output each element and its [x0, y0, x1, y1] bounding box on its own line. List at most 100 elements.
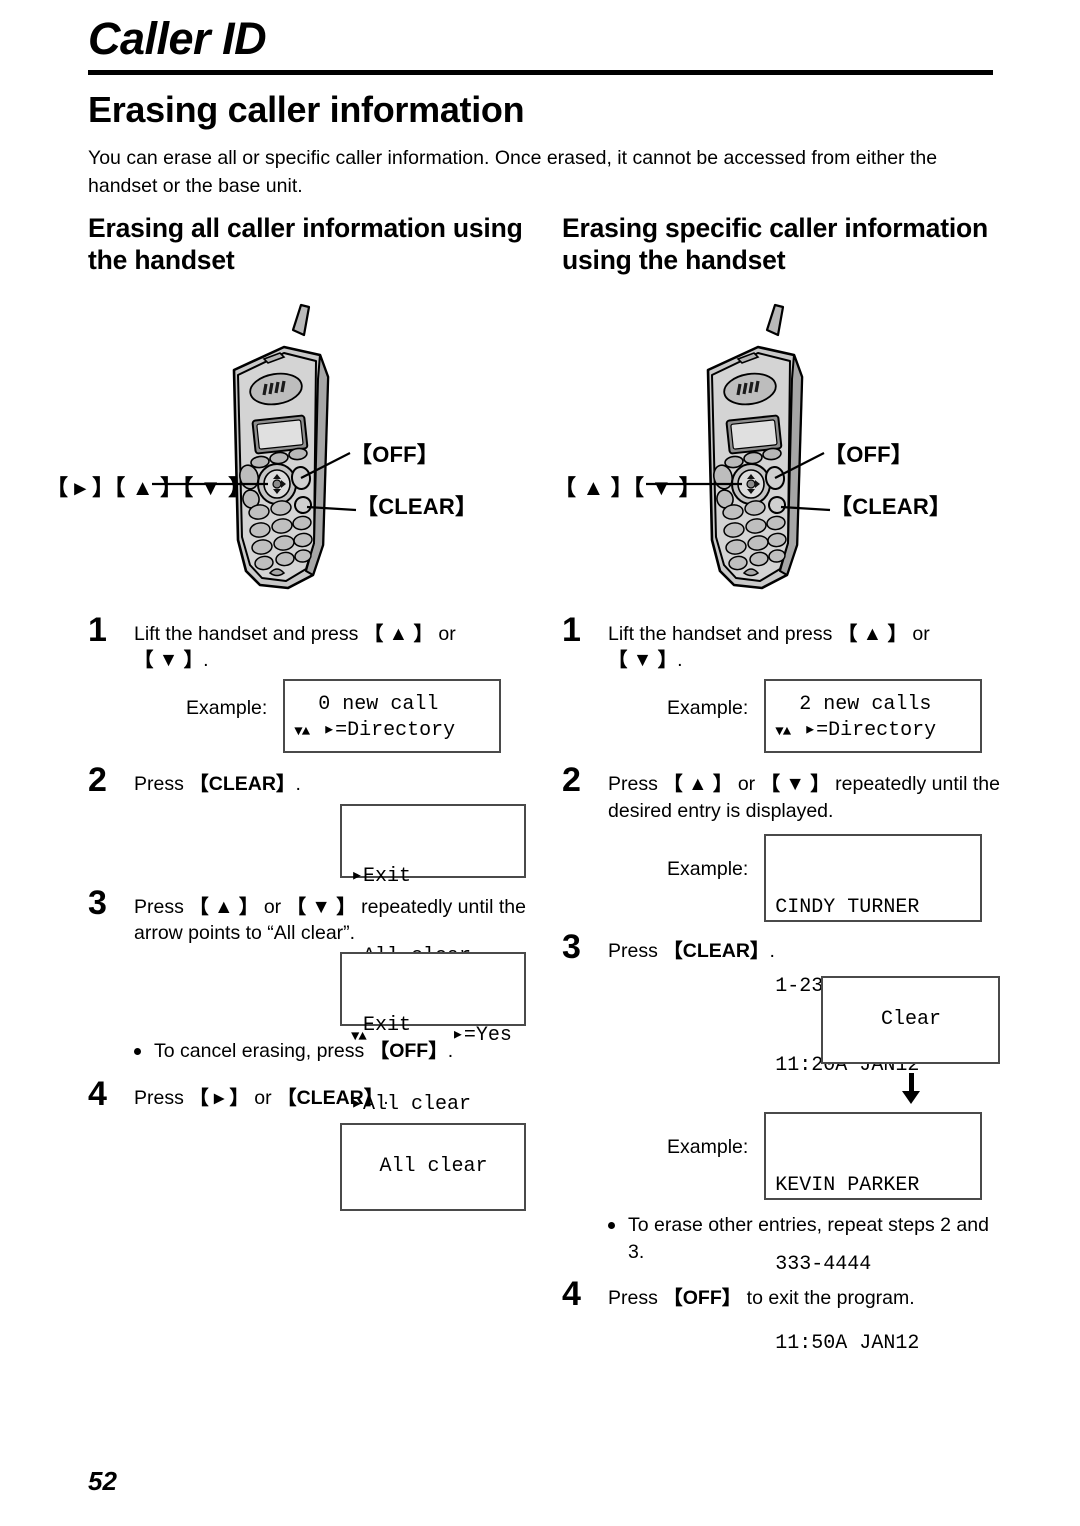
note-text-after: . — [447, 1040, 454, 1063]
step-number: 3 — [562, 927, 581, 966]
step-instruction: Press 【 ▸ 】 or 【CLEAR】. — [134, 1085, 526, 1111]
down-arrow-key: 【 ▼ 】 — [608, 648, 678, 671]
down-arrow-key: 【 ▼ 】 — [286, 895, 356, 918]
step-text-mid: or — [906, 622, 930, 645]
step-text-before: Press — [608, 1286, 664, 1309]
example-label: Example: — [667, 1136, 749, 1159]
step-instruction: Lift the handset and press 【 ▲ 】 or 【 ▼ … — [134, 621, 526, 674]
lcd-line-2: ▼▲ ▸=Directory — [775, 718, 972, 744]
chapter-title: Caller ID — [88, 13, 267, 64]
lcd-line-2: ▼▲ ▸=Directory — [294, 718, 491, 744]
example-label: Example: — [667, 697, 749, 720]
step-number: 4 — [88, 1074, 107, 1113]
step-text-mid: or — [258, 895, 287, 918]
right-step-3: 3 Press 【CLEAR】. Clear Example: KEVIN PA… — [562, 928, 1000, 1355]
right-step-1-example: Example: 2 new calls ▼▲ ▸=Directory — [608, 679, 1000, 754]
manual-page: Caller ID Erasing caller information You… — [0, 0, 1080, 1526]
left-step-1: 1 Lift the handset and press 【 ▲ 】 or 【 … — [88, 611, 526, 754]
lcd-display-allclear-selected: Exit ▸All clear ▼▲▸=Yes — [340, 952, 526, 1195]
lcd-line-2-right: ▸=Directory — [323, 718, 456, 742]
right-step-2: 2 Press 【 ▲ 】 or 【 ▼ 】 repeatedly until … — [562, 761, 1000, 1077]
step-text-before: Lift the handset and press — [608, 622, 838, 645]
left-step-4-display: All clear — [134, 1122, 526, 1211]
lcd-line-1: Clear — [880, 1008, 941, 1032]
step-instruction: Press 【 ▲ 】 or 【 ▼ 】 repeatedly until th… — [608, 771, 1000, 824]
left-cancel-note: To cancel erasing, press 【OFF】. — [88, 1038, 526, 1064]
right-column: Erasing specific caller information usin… — [554, 212, 1000, 1355]
down-arrow-key: 【 ▼ 】 — [134, 648, 204, 671]
down-arrow-key: 【 ▼ 】 — [760, 773, 830, 796]
note-text-before: To cancel erasing, press — [154, 1040, 370, 1063]
off-key-label: 【OFF】 — [369, 1040, 448, 1063]
scroll-indicator-icon: ▼▲ — [775, 723, 791, 740]
step-number: 4 — [562, 1274, 581, 1313]
right-step-4: 4 Press 【OFF】 to exit the program. — [562, 1275, 1000, 1313]
scroll-indicator-icon: ▼▲ — [294, 723, 310, 740]
clear-key-callout-left: 【CLEAR】 — [356, 493, 478, 519]
step-number: 2 — [562, 761, 581, 800]
example-label: Example: — [186, 697, 268, 720]
left-column-heading: Erasing all caller information using the… — [88, 213, 523, 276]
step-instruction: Press 【OFF】 to exit the program. — [608, 1285, 1000, 1311]
handset-illustration-right: 【 ▲ 】【 ▼ 】 【OFF】 【CLEAR】 — [554, 277, 1000, 607]
step-number: 1 — [88, 610, 107, 649]
nav-keys-callout-right: 【 ▲ 】【 ▼ 】 — [554, 474, 701, 500]
lcd-caller-timestamp: 11:50A JAN12 — [775, 1332, 920, 1356]
step-instruction: Press 【CLEAR】. — [608, 938, 1000, 964]
example-label: Example: — [667, 857, 749, 880]
step-text-before: Press — [134, 1086, 190, 1109]
handset-illustration-left: 【 ▸ 】【 ▲ 】【 ▼ 】 【OFF】 【CLEAR】 — [46, 277, 526, 607]
right-column-heading: Erasing specific caller information usin… — [562, 213, 988, 276]
lcd-line-1: All clear — [379, 1154, 488, 1178]
clear-key-label: 【CLEAR】 — [189, 773, 296, 796]
step-text-mid: or — [732, 773, 761, 796]
step-instruction: Press 【 ▲ 】 or 【 ▼ 】 repeatedly until th… — [134, 894, 526, 947]
lcd-display-new-call: 0 new call ▼▲ ▸=Directory — [283, 679, 502, 754]
off-key-callout-left: 【OFF】 — [350, 441, 439, 467]
step-text-before: Press — [134, 895, 190, 918]
lcd-caller-name: CINDY TURNER — [775, 895, 920, 919]
off-key-callout-right: 【OFF】 — [824, 441, 913, 467]
lcd-line-1: 2 new calls — [775, 692, 932, 716]
step-instruction: Lift the handset and press 【 ▲ 】 or 【 ▼ … — [608, 621, 1000, 674]
intro-paragraph: You can erase all or specific caller inf… — [88, 147, 938, 197]
step-text-mid: or — [248, 1086, 278, 1109]
left-step-3-display: Exit ▸All clear ▼▲▸=Yes — [134, 952, 526, 1195]
step-number: 1 — [562, 610, 581, 649]
step-instruction: Press 【CLEAR】. — [134, 771, 526, 797]
step-text-before: Press — [608, 773, 664, 796]
lcd-display-all-clear-confirm: All clear — [340, 1122, 526, 1211]
up-arrow-key: 【 ▲ 】 — [837, 622, 907, 645]
down-arrow-icon — [901, 1073, 920, 1105]
nav-keys-callout-left: 【 ▸ 】【 ▲ 】【 ▼ 】 — [46, 474, 251, 500]
lcd-line-2-right: ▸=Directory — [804, 718, 937, 742]
left-step-4: 4 Press 【 ▸ 】 or 【CLEAR】. All clear — [88, 1075, 526, 1211]
step-text-before: Press — [134, 773, 190, 796]
step-text-before: Lift the handset and press — [134, 622, 364, 645]
step-text-after: to exit the program. — [741, 1286, 915, 1309]
step-text-after: . — [769, 939, 775, 962]
right-step-3-result: Example: KEVIN PARKER 333-4444 11:50A JA… — [608, 1112, 1000, 1355]
lcd-display-clear-confirm: Clear — [821, 976, 1000, 1065]
right-repeat-note: To erase other entries, repeat steps 2 a… — [562, 1212, 1000, 1265]
step-number: 3 — [88, 883, 107, 922]
step-text-after: . — [295, 773, 301, 796]
right-step-1: 1 Lift the handset and press 【 ▲ 】 or 【 … — [562, 611, 1000, 754]
right-step-3-clear-display: Clear — [608, 976, 1000, 1065]
lcd-line-1: 0 new call — [294, 692, 439, 716]
step-text-after: . — [383, 1086, 389, 1109]
lcd-display-exit-allclear: ▸Exit All clear ▼▲▸=Yes — [340, 803, 526, 1047]
lcd-display-new-calls: 2 new calls ▼▲ ▸=Directory — [764, 679, 983, 754]
clear-key-callout-right: 【CLEAR】 — [830, 493, 952, 519]
up-arrow-key: 【 ▲ 】 — [189, 895, 259, 918]
step-number: 2 — [88, 761, 107, 800]
right-step-2-example: Example: CINDY TURNER 1-234-456-7890 11:… — [608, 833, 1000, 1077]
off-key-label: 【OFF】 — [663, 1286, 742, 1309]
left-column: Erasing all caller information using the… — [46, 212, 526, 1211]
lcd-line-1: Exit — [351, 1014, 412, 1037]
header-divider — [88, 70, 993, 75]
step-text-after: . — [203, 648, 209, 671]
clear-key-label: 【CLEAR】 — [663, 939, 770, 962]
right-arrow-key: 【 ▸ 】 — [189, 1086, 249, 1109]
note-text: To erase other entries, repeat steps 2 a… — [628, 1214, 989, 1263]
